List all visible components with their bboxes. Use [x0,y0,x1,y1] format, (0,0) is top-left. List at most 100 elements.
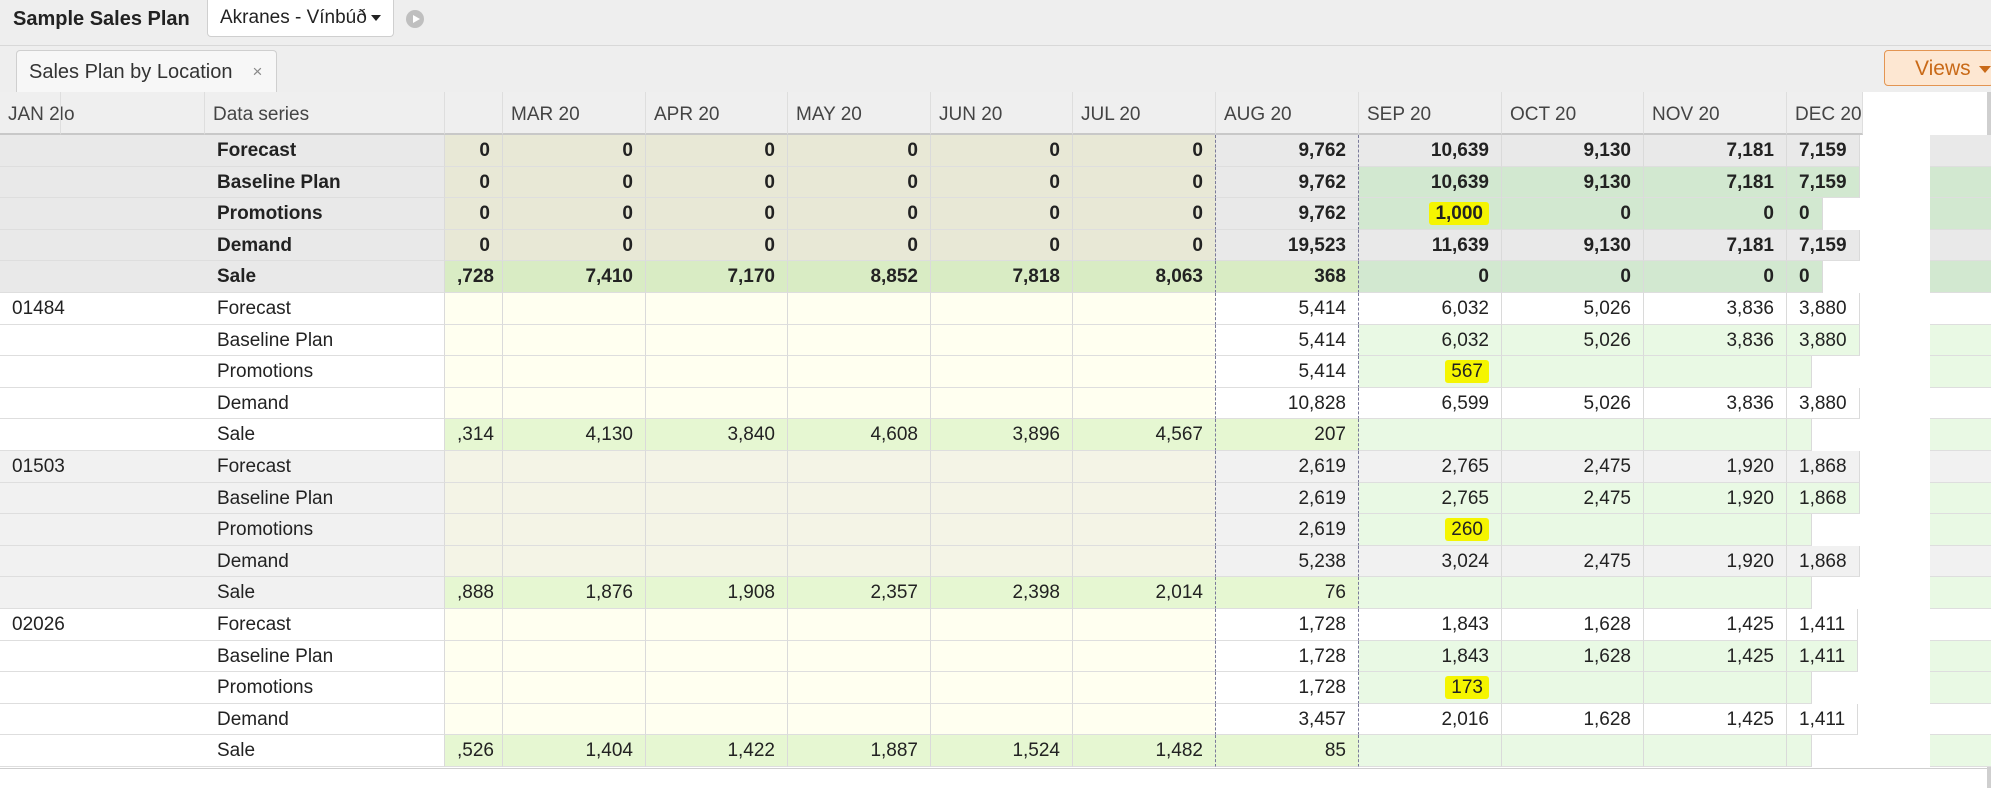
value-cell[interactable]: 7,159 [1787,229,1860,262]
value-cell[interactable]: 1,920 [1644,545,1787,578]
value-cell[interactable]: 6,599 [1359,387,1502,420]
value-cell[interactable]: 1,920 [1644,482,1787,515]
value-cell[interactable]: 1,425 [1644,640,1787,673]
value-cell[interactable]: 2,475 [1502,451,1644,483]
column-header-month[interactable]: JUN 20 [931,92,1073,135]
value-cell[interactable]: 9,130 [1502,166,1644,199]
value-cell[interactable] [1787,356,1812,388]
value-cell[interactable] [1930,135,1991,167]
value-cell[interactable]: 9,130 [1502,135,1644,167]
tab-sales-plan-by-location[interactable]: Sales Plan by Location × [16,50,278,93]
value-cell[interactable]: 2,765 [1359,451,1502,483]
value-cell[interactable]: 7,181 [1644,166,1787,199]
value-cell[interactable]: 0 [1787,261,1823,293]
value-cell[interactable] [1787,672,1812,704]
value-cell[interactable] [1930,609,1991,641]
value-cell[interactable]: 5,026 [1502,387,1644,420]
value-cell[interactable] [1930,545,1991,578]
close-icon[interactable]: × [253,51,263,93]
value-cell[interactable]: 1,000 [1359,198,1502,230]
column-header-month[interactable]: JUL 20 [1073,92,1216,135]
value-cell[interactable] [1930,229,1991,262]
value-cell[interactable] [1930,577,1991,609]
value-cell[interactable] [1930,387,1991,420]
value-cell[interactable]: 1,425 [1644,609,1787,641]
value-cell[interactable]: 2,765 [1359,482,1502,515]
value-cell[interactable] [1787,419,1812,451]
value-cell[interactable]: 0 [1644,198,1787,230]
value-cell[interactable] [1930,419,1991,451]
column-header-month[interactable]: NOV 20 [1644,92,1787,135]
column-header-month[interactable]: APR 20 [646,92,788,135]
value-cell[interactable] [1502,419,1644,451]
value-cell[interactable]: 260 [1359,514,1502,546]
value-cell[interactable]: 3,880 [1787,387,1860,420]
value-cell[interactable] [1930,735,1991,767]
value-cell[interactable]: 1,628 [1502,703,1644,736]
value-cell[interactable]: 1,868 [1787,451,1860,483]
value-cell[interactable]: 1,868 [1787,545,1860,578]
column-header-month[interactable]: DEC 20 [1787,92,1863,135]
value-cell[interactable] [1930,293,1991,325]
value-cell[interactable]: 7,181 [1644,229,1787,262]
value-cell[interactable] [1930,482,1991,515]
value-cell[interactable]: 0 [1359,261,1502,293]
value-cell[interactable] [1787,577,1812,609]
value-cell[interactable] [1502,514,1644,546]
value-cell[interactable] [1930,356,1991,388]
column-header-data-series[interactable]: Data series [205,92,445,135]
value-cell[interactable]: 11,639 [1359,229,1502,262]
value-cell[interactable] [1502,356,1644,388]
value-cell[interactable] [1930,703,1991,736]
value-cell[interactable] [1930,166,1991,199]
value-cell[interactable] [1644,672,1787,704]
value-cell[interactable]: 3,880 [1787,293,1860,325]
value-cell[interactable]: 1,411 [1787,609,1859,641]
value-cell[interactable] [1787,735,1812,767]
value-cell[interactable]: 3,880 [1787,324,1860,357]
value-cell[interactable]: 1,920 [1644,451,1787,483]
value-cell[interactable]: 1,411 [1787,703,1859,736]
value-cell[interactable]: 3,836 [1644,324,1787,357]
value-cell[interactable] [1930,640,1991,673]
column-header-month[interactable]: OCT 20 [1502,92,1644,135]
value-cell[interactable] [1930,198,1991,230]
value-cell[interactable]: 1,868 [1787,482,1860,515]
value-cell[interactable]: 0 [1502,198,1644,230]
value-cell[interactable] [1359,577,1502,609]
value-cell[interactable] [1502,672,1644,704]
value-cell[interactable] [1787,514,1812,546]
value-cell[interactable]: 10,639 [1359,166,1502,199]
value-cell[interactable]: 567 [1359,356,1502,388]
column-header-month[interactable]: SEP 20 [1359,92,1502,135]
value-cell[interactable] [1644,577,1787,609]
value-cell[interactable] [1502,735,1644,767]
value-cell[interactable]: 1,843 [1359,609,1502,641]
location-dropdown[interactable]: Akranes - Vínbúð [207,0,394,37]
value-cell[interactable]: 10,639 [1359,135,1502,167]
value-cell[interactable]: 0 [1787,198,1823,230]
value-cell[interactable]: 6,032 [1359,324,1502,357]
value-cell[interactable] [1359,419,1502,451]
column-header-month[interactable]: MAY 20 [788,92,931,135]
value-cell[interactable] [1930,514,1991,546]
value-cell[interactable]: 2,475 [1502,482,1644,515]
value-cell[interactable]: 1,628 [1502,609,1644,641]
value-cell[interactable] [1930,261,1991,293]
column-header-month[interactable]: AUG 20 [1216,92,1359,135]
value-cell[interactable]: 1,411 [1787,640,1859,673]
value-cell[interactable]: 1,425 [1644,703,1787,736]
value-cell[interactable]: 9,130 [1502,229,1644,262]
value-cell[interactable]: 0 [1502,261,1644,293]
value-cell[interactable] [1644,419,1787,451]
views-button[interactable]: Views [1884,50,1991,86]
value-cell[interactable]: 7,181 [1644,135,1787,167]
value-cell[interactable] [1930,324,1991,357]
value-cell[interactable]: 7,159 [1787,135,1860,167]
value-cell[interactable] [1644,356,1787,388]
value-cell[interactable] [1930,672,1991,704]
value-cell[interactable]: 3,836 [1644,387,1787,420]
value-cell[interactable]: 2,016 [1359,703,1502,736]
value-cell[interactable]: 5,026 [1502,293,1644,325]
value-cell[interactable] [1502,577,1644,609]
